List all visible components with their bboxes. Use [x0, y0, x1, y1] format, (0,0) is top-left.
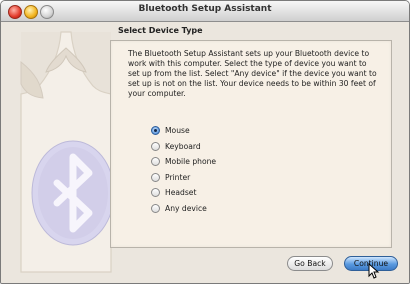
device-type-option-keyboard[interactable]: Keyboard [151, 139, 216, 155]
content-panel: The Bluetooth Setup Assistant sets up yo… [110, 40, 392, 248]
step-heading: Select Device Type [118, 26, 203, 35]
device-type-option-printer[interactable]: Printer [151, 170, 216, 186]
device-type-label: Any device [165, 203, 207, 213]
radio-button[interactable] [151, 141, 160, 151]
setup-assistant-window: Bluetooth Setup Assistant Select Device … [0, 0, 410, 284]
radio-button-selected[interactable] [151, 126, 160, 136]
device-type-label: Printer [165, 172, 191, 182]
setup-description: The Bluetooth Setup Assistant sets up yo… [128, 49, 377, 98]
radio-button[interactable] [151, 203, 160, 213]
device-type-option-headset[interactable]: Headset [151, 185, 216, 201]
radio-button[interactable] [151, 172, 160, 182]
device-type-label: Keyboard [165, 141, 201, 151]
device-type-label: Headset [165, 188, 197, 198]
mouse-pointer-icon [368, 263, 380, 279]
device-type-option-any-device[interactable]: Any device [151, 201, 216, 217]
title-bar[interactable]: Bluetooth Setup Assistant [1, 1, 409, 22]
device-type-label: Mouse [165, 126, 190, 136]
device-type-radio-group: Mouse Keyboard Mobile phone Printer Head… [151, 123, 216, 216]
device-type-option-mobile-phone[interactable]: Mobile phone [151, 154, 216, 170]
device-type-label: Mobile phone [165, 157, 217, 167]
radio-button[interactable] [151, 157, 160, 167]
radio-button[interactable] [151, 188, 160, 198]
window-title: Bluetooth Setup Assistant [138, 4, 272, 14]
device-type-option-mouse[interactable]: Mouse [151, 123, 216, 139]
go-back-button[interactable]: Go Back [287, 256, 333, 271]
